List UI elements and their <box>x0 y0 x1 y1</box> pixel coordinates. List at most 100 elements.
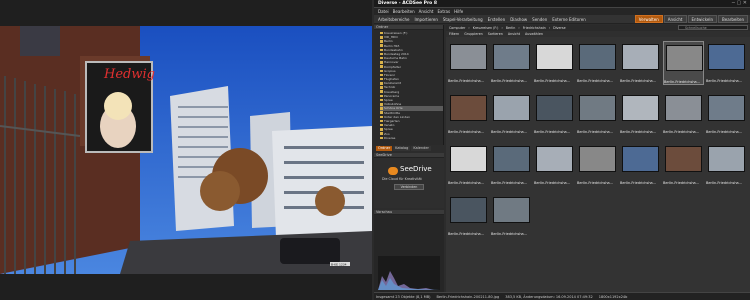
thumbnail-caption: Berlin-Friedrichsha... <box>664 80 701 84</box>
filter-item-0[interactable]: Filtern <box>449 32 459 36</box>
chevron-right-icon: › <box>518 26 520 30</box>
tab-2[interactable]: Kalender <box>411 146 431 151</box>
thumbnail[interactable]: Berlin-Friedrichsha... <box>491 143 532 187</box>
folder-icon <box>380 132 383 135</box>
thumbnail-image <box>622 95 659 121</box>
preview-header: Vorschau <box>374 210 444 215</box>
browser-pane: Computer › Kreuzreisen (F:) › Berlin › Friedri… <box>446 25 750 292</box>
seedrive-brand: SeeDrive <box>400 165 432 173</box>
thumbnail-image <box>665 146 702 172</box>
connect-button[interactable]: Verbinden <box>394 184 424 190</box>
thumbnail-caption: Berlin-Friedrichsha... <box>448 79 485 83</box>
breadcrumb-item[interactable]: Kreuzreisen (F:) <box>473 26 499 30</box>
folder-icon <box>380 73 383 77</box>
filter-item-1[interactable]: Gruppieren <box>464 32 483 36</box>
thumbnail[interactable]: Berlin-Friedrichsha... <box>706 143 747 187</box>
folder-icon <box>380 77 383 81</box>
status-size: 383,5 KB, Änderungsdatum: 16.09.2014 07:… <box>505 294 593 299</box>
thumbnail-grid: Berlin-Friedrichsha... Berlin-Friedrichsh… <box>446 38 750 292</box>
mode-1[interactable]: Ansicht <box>663 15 687 23</box>
thumbnail-image <box>579 44 616 70</box>
window-controls[interactable]: ─ ▢ ✕ <box>732 0 747 6</box>
menu-item-0[interactable]: Datei <box>378 9 389 14</box>
window-title: Diverse - ACDSee Pro 8 <box>378 1 437 6</box>
thumbnail[interactable]: Berlin-Friedrichsha... <box>663 92 704 136</box>
menu-item-4[interactable]: Hilfe <box>454 9 463 14</box>
thumbnail[interactable]: Berlin-Friedrichsha... <box>620 143 661 187</box>
thumbnail[interactable]: Berlin-Friedrichsha... <box>577 92 618 136</box>
thumbnail-caption: Berlin-Friedrichsha... <box>663 181 700 185</box>
breadcrumb-item[interactable]: Friedrichshain <box>523 26 546 30</box>
folder-icon <box>380 119 383 123</box>
status-bar: Insgesamt 23 Objekte (8,1 MB) Berlin-Fri… <box>374 292 750 300</box>
thumbnail-caption: Berlin-Friedrichsha... <box>663 130 700 134</box>
folder-icon <box>380 107 383 110</box>
menu-item-2[interactable]: Ansicht <box>419 9 434 14</box>
toolbar-item-6[interactable]: Externe Editoren <box>552 17 586 22</box>
folder-icon <box>380 69 383 73</box>
folder-item[interactable]: Diverse <box>380 136 443 140</box>
tab-1[interactable]: Katalog <box>393 146 411 151</box>
toolbar-item-3[interactable]: Erstellen <box>488 17 506 22</box>
thumbnail[interactable]: Berlin-Friedrichsha... <box>491 194 532 238</box>
street-photo: Hedwig B-KE 1234 <box>0 26 372 274</box>
thumbnail[interactable]: Berlin-Friedrichsha... <box>448 194 489 238</box>
thumbnail[interactable]: Berlin-Friedrichsha... <box>577 41 618 85</box>
toolbar-item-1[interactable]: Importieren <box>414 17 437 22</box>
mode-0[interactable]: Verwalten <box>634 15 663 23</box>
thumbnail-caption: Berlin-Friedrichsha... <box>448 232 485 236</box>
thumbnail[interactable]: Berlin-Friedrichsha... <box>706 41 747 85</box>
chevron-right-icon: › <box>468 26 470 30</box>
thumbnail[interactable]: Berlin-Friedrichsha... <box>663 143 704 187</box>
cloud-icon <box>388 167 398 175</box>
chevron-right-icon: › <box>548 26 551 30</box>
thumbnail-caption: Berlin-Friedrichsha... <box>706 130 743 134</box>
toolbar-item-2[interactable]: Stapel-Verarbeitung <box>443 17 483 22</box>
toolbar-item-5[interactable]: Senden <box>532 17 547 22</box>
breadcrumb-item[interactable]: Diverse <box>553 26 566 30</box>
thumbnail-image <box>665 95 702 121</box>
thumbnail[interactable]: Berlin-Friedrichsha... <box>491 41 532 85</box>
folder-icon <box>380 40 383 43</box>
thumbnail-caption: Berlin-Friedrichsha... <box>577 130 614 134</box>
filter-item-4[interactable]: Auswählen <box>525 32 543 36</box>
filter-item-2[interactable]: Sortieren <box>488 32 503 36</box>
thumbnail[interactable]: Berlin-Friedrichsha... <box>620 41 661 85</box>
mode-3[interactable]: Bearbeiten <box>718 15 748 23</box>
folder-icon <box>380 115 383 119</box>
toolbar-item-4[interactable]: Diashow <box>510 17 527 22</box>
thumbnail[interactable]: Berlin-Friedrichsha... <box>448 143 489 187</box>
thumbnail-caption: Berlin-Friedrichsha... <box>491 181 528 185</box>
thumbnail-image <box>450 44 487 70</box>
thumbnail[interactable]: Berlin-Friedrichsha... <box>534 92 575 136</box>
folder-icon <box>380 123 383 127</box>
status-dims: 1800x1192x24b <box>598 294 628 299</box>
tab-0[interactable]: Ordner <box>376 146 393 151</box>
thumbnail[interactable]: Berlin-Friedrichsha... <box>706 92 747 136</box>
breadcrumb-item[interactable]: Berlin <box>506 26 516 30</box>
thumbnail[interactable]: Berlin-Friedrichsha... <box>448 92 489 136</box>
thumbnail[interactable]: Berlin-Friedrichsha... <box>620 92 661 136</box>
thumbnail-image <box>536 44 573 70</box>
thumbnail[interactable]: Berlin-Friedrichsha... <box>534 41 575 85</box>
folder-icon <box>380 98 383 102</box>
menu-item-1[interactable]: Bearbeiten <box>393 9 415 14</box>
thumbnail-caption: Berlin-Friedrichsha... <box>448 130 485 134</box>
thumbnail[interactable]: Berlin-Friedrichsha... <box>491 92 532 136</box>
folder-icon <box>380 136 383 140</box>
menu-item-3[interactable]: Extras <box>437 9 450 14</box>
search-input[interactable]: Schnellsuche <box>678 25 748 30</box>
thumbnail-image <box>493 44 530 70</box>
thumbnail[interactable]: Berlin-Friedrichsha... <box>663 41 704 85</box>
toolbar-item-0[interactable]: Arbeitsbereiche <box>378 17 409 22</box>
breadcrumb-item[interactable]: Computer <box>449 26 465 30</box>
thumbnail-image <box>666 45 703 71</box>
thumbnail[interactable]: Berlin-Friedrichsha... <box>448 41 489 85</box>
filter-item-3[interactable]: Ansicht <box>508 32 520 36</box>
thumbnail-caption: Berlin-Friedrichsha... <box>534 181 571 185</box>
folder-icon <box>380 94 383 98</box>
seedrive-tagline: Die Cloud für Kreativität <box>382 177 422 181</box>
mode-2[interactable]: Entwickeln <box>687 15 718 23</box>
thumbnail[interactable]: Berlin-Friedrichsha... <box>577 143 618 187</box>
thumbnail[interactable]: Berlin-Friedrichsha... <box>534 143 575 187</box>
